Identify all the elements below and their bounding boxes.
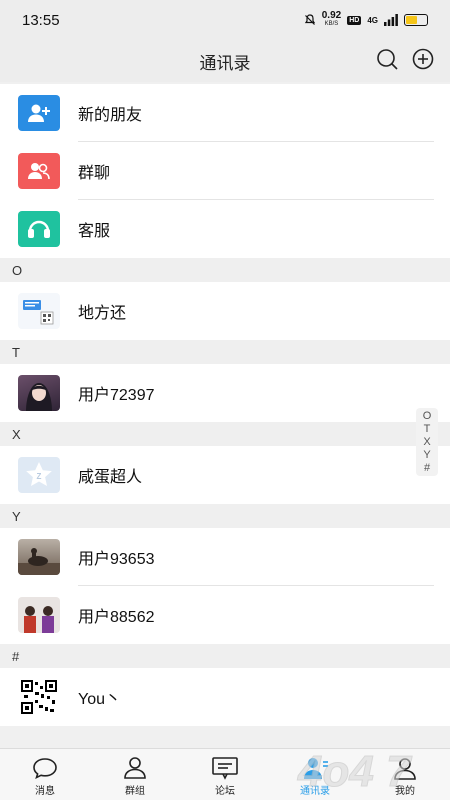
network-speed: 0.92 KB/S [321,10,342,28]
section-header-y: Y [0,504,450,528]
customer-service-label: 客服 [78,223,111,240]
index-letter[interactable]: O [423,410,432,423]
battery-icon [404,14,428,26]
tab-label: 论坛 [215,786,235,797]
contact-row[interactable]: 地方还 [0,282,450,340]
section-header-x: X [0,422,450,446]
page-title: 通讯录 [199,53,251,73]
contact-row[interactable]: 用户93653 [0,528,450,586]
section-header-t: T [0,340,450,364]
index-letter[interactable]: X [423,436,430,449]
group-chat-icon [18,153,60,189]
index-letter[interactable]: # [424,462,430,475]
contact-name: 用户72397 [78,387,155,404]
tab-label: 消息 [35,786,55,797]
contacts-icon [301,755,329,781]
forum-icon [211,755,239,781]
tab-label: 群组 [125,786,145,797]
header: 通讯录 [0,40,450,82]
contact-row[interactable]: 用户88562 [0,586,450,644]
network-type: 4G [367,15,378,25]
contact-avatar [18,293,60,329]
contact-avatar [18,375,60,411]
contact-name: You丶 [78,691,122,708]
mute-icon [304,14,315,25]
message-icon [31,755,59,781]
index-letter[interactable]: T [424,423,431,436]
customer-service-item[interactable]: 客服 [0,200,450,258]
section-header-hash: # [0,644,450,668]
contact-list: 新的朋友 群聊 客服 O 地方还 T 用户72397 X Z 咸蛋超人 Y 用户… [0,84,450,726]
contact-avatar [18,597,60,633]
contact-name: 用户88562 [78,609,155,626]
status-time: 13:55 [22,11,60,29]
alphabet-index[interactable]: O T X Y # [416,408,438,476]
contact-row[interactable]: 用户72397 [0,364,450,422]
hd-badge: HD [347,15,362,25]
tab-messages[interactable]: 消息 [0,749,90,800]
group-chat-item[interactable]: 群聊 [0,142,450,200]
contact-name: 地方还 [78,305,127,322]
search-icon[interactable] [376,48,398,70]
contact-name: 用户93653 [78,551,155,568]
tab-groups[interactable]: 群组 [90,749,180,800]
group-icon [121,755,149,781]
tab-label: 通讯录 [300,786,330,797]
new-friends-item[interactable]: 新的朋友 [0,84,450,142]
new-friends-label: 新的朋友 [78,107,143,124]
add-friend-icon [18,95,60,131]
status-icons: 0.92 KB/S HD 4G [304,10,428,28]
add-icon[interactable] [412,48,434,70]
contact-name: 咸蛋超人 [78,469,143,486]
tab-forum[interactable]: 论坛 [180,749,270,800]
headset-icon [18,211,60,247]
signal-icon [384,14,398,26]
bottom-tab-bar: 消息 群组 论坛 通讯录 我的 [0,748,450,800]
svg-text:Z: Z [37,472,42,481]
contact-avatar: Z [18,457,60,493]
tab-label: 我的 [395,786,415,797]
tab-profile[interactable]: 我的 [360,749,450,800]
qr-code-avatar [18,679,60,715]
group-chat-label: 群聊 [78,165,111,182]
tab-contacts[interactable]: 通讯录 [270,749,360,800]
contact-row[interactable]: You丶 [0,668,450,726]
section-header-o: O [0,258,450,282]
status-bar: 13:55 0.92 KB/S HD 4G [0,0,450,40]
contact-avatar [18,539,60,575]
contact-row[interactable]: Z 咸蛋超人 [0,446,450,504]
profile-icon [391,755,419,781]
index-letter[interactable]: Y [423,449,430,462]
